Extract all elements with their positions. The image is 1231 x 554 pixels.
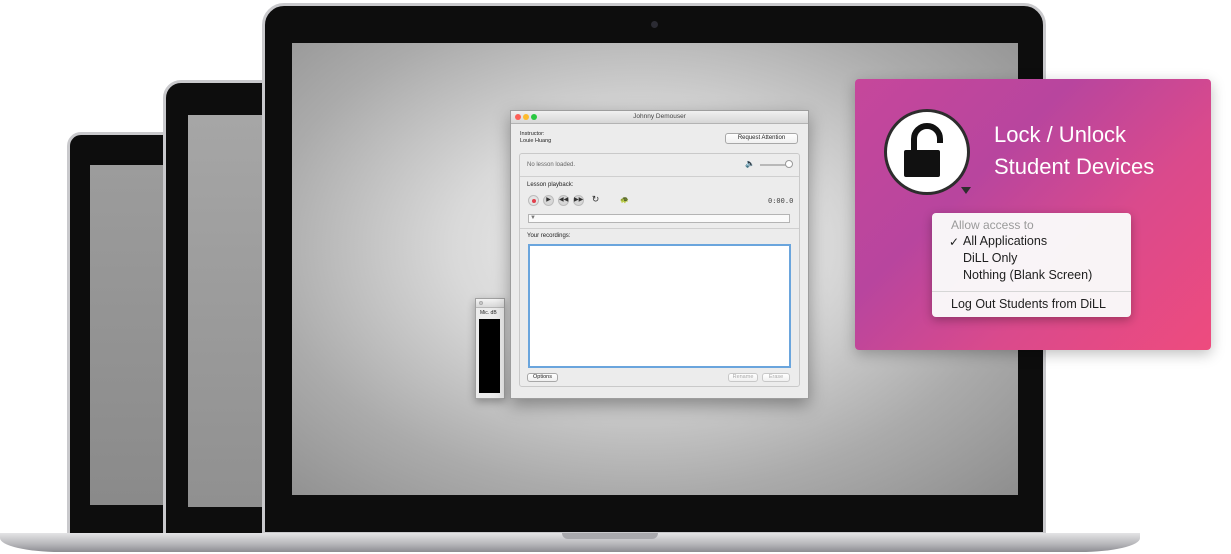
recordings-list[interactable] [528, 244, 791, 368]
lesson-playback-label: Lesson playback: [527, 182, 574, 188]
camera-icon [651, 21, 658, 28]
mic-meter-label: Mic. dB [480, 310, 497, 316]
play-icon[interactable]: ▶ [543, 195, 554, 206]
student-app-window: Johnny Demouser Instructor: Louie Huang … [510, 110, 809, 399]
repeat-icon[interactable]: ↻ [590, 195, 601, 206]
menu-item-logout[interactable]: Log Out Students from DiLL [951, 297, 1106, 311]
instructor-info: Instructor: Louie Huang [520, 131, 551, 145]
turtle-slow-icon[interactable]: 🐢 [620, 196, 629, 204]
rename-button[interactable]: Rename [728, 373, 758, 382]
erase-button[interactable]: Erase [762, 373, 790, 382]
volume-icon: 🔈 [745, 159, 755, 168]
window-title: Johnny Demouser [633, 113, 686, 120]
close-icon[interactable] [479, 301, 483, 305]
menu-item-dill-only[interactable]: DiLL Only [963, 251, 1017, 265]
callout-title-line2: Student Devices [994, 154, 1155, 179]
lesson-status: No lesson loaded. [527, 162, 576, 168]
mic-meter-window: Mic. dB [475, 298, 505, 399]
menu-item-nothing[interactable]: Nothing (Blank Screen) [963, 268, 1092, 282]
window-titlebar[interactable]: Johnny Demouser [511, 111, 808, 124]
dropdown-arrow-icon[interactable] [961, 187, 971, 194]
access-menu: Allow access to ✓ All Applications DiLL … [932, 213, 1131, 317]
checkmark-icon: ✓ [949, 235, 960, 249]
mic-meter-titlebar[interactable] [476, 299, 504, 308]
request-attention-button[interactable]: Request Attention [725, 133, 798, 144]
instructor-label: Instructor: [520, 131, 545, 137]
rewind-icon[interactable]: ◀◀ [558, 195, 569, 206]
scrubber-thumb-icon[interactable]: ▼ [530, 215, 536, 221]
record-icon[interactable] [528, 195, 539, 206]
lesson-panel: No lesson loaded. 🔈 Lesson playback: ▶ ◀… [519, 153, 800, 387]
unlocked-padlock-icon[interactable] [884, 109, 970, 195]
callout-title-line1: Lock / Unlock [994, 122, 1127, 147]
playback-timer: 0:00.0 [768, 197, 794, 205]
volume-slider[interactable] [760, 164, 788, 166]
laptop-notch [562, 533, 658, 539]
volume-slider-knob[interactable] [785, 160, 793, 168]
divider [520, 176, 799, 177]
instructor-name: Louie Huang [520, 138, 552, 144]
lock-unlock-callout: Lock / Unlock Student Devices Allow acce… [855, 79, 1211, 350]
mic-level-bar [479, 319, 500, 393]
options-button[interactable]: Options [527, 373, 558, 382]
playback-scrubber[interactable]: ▼ [528, 214, 790, 223]
divider [520, 228, 799, 229]
menu-header: Allow access to [951, 218, 1034, 232]
fast-forward-icon[interactable]: ▶▶ [573, 195, 584, 206]
recordings-label: Your recordings: [527, 233, 571, 239]
menu-divider [932, 291, 1131, 292]
callout-title: Lock / Unlock Student Devices [994, 119, 1154, 183]
menu-item-all-applications[interactable]: All Applications [963, 234, 1047, 248]
